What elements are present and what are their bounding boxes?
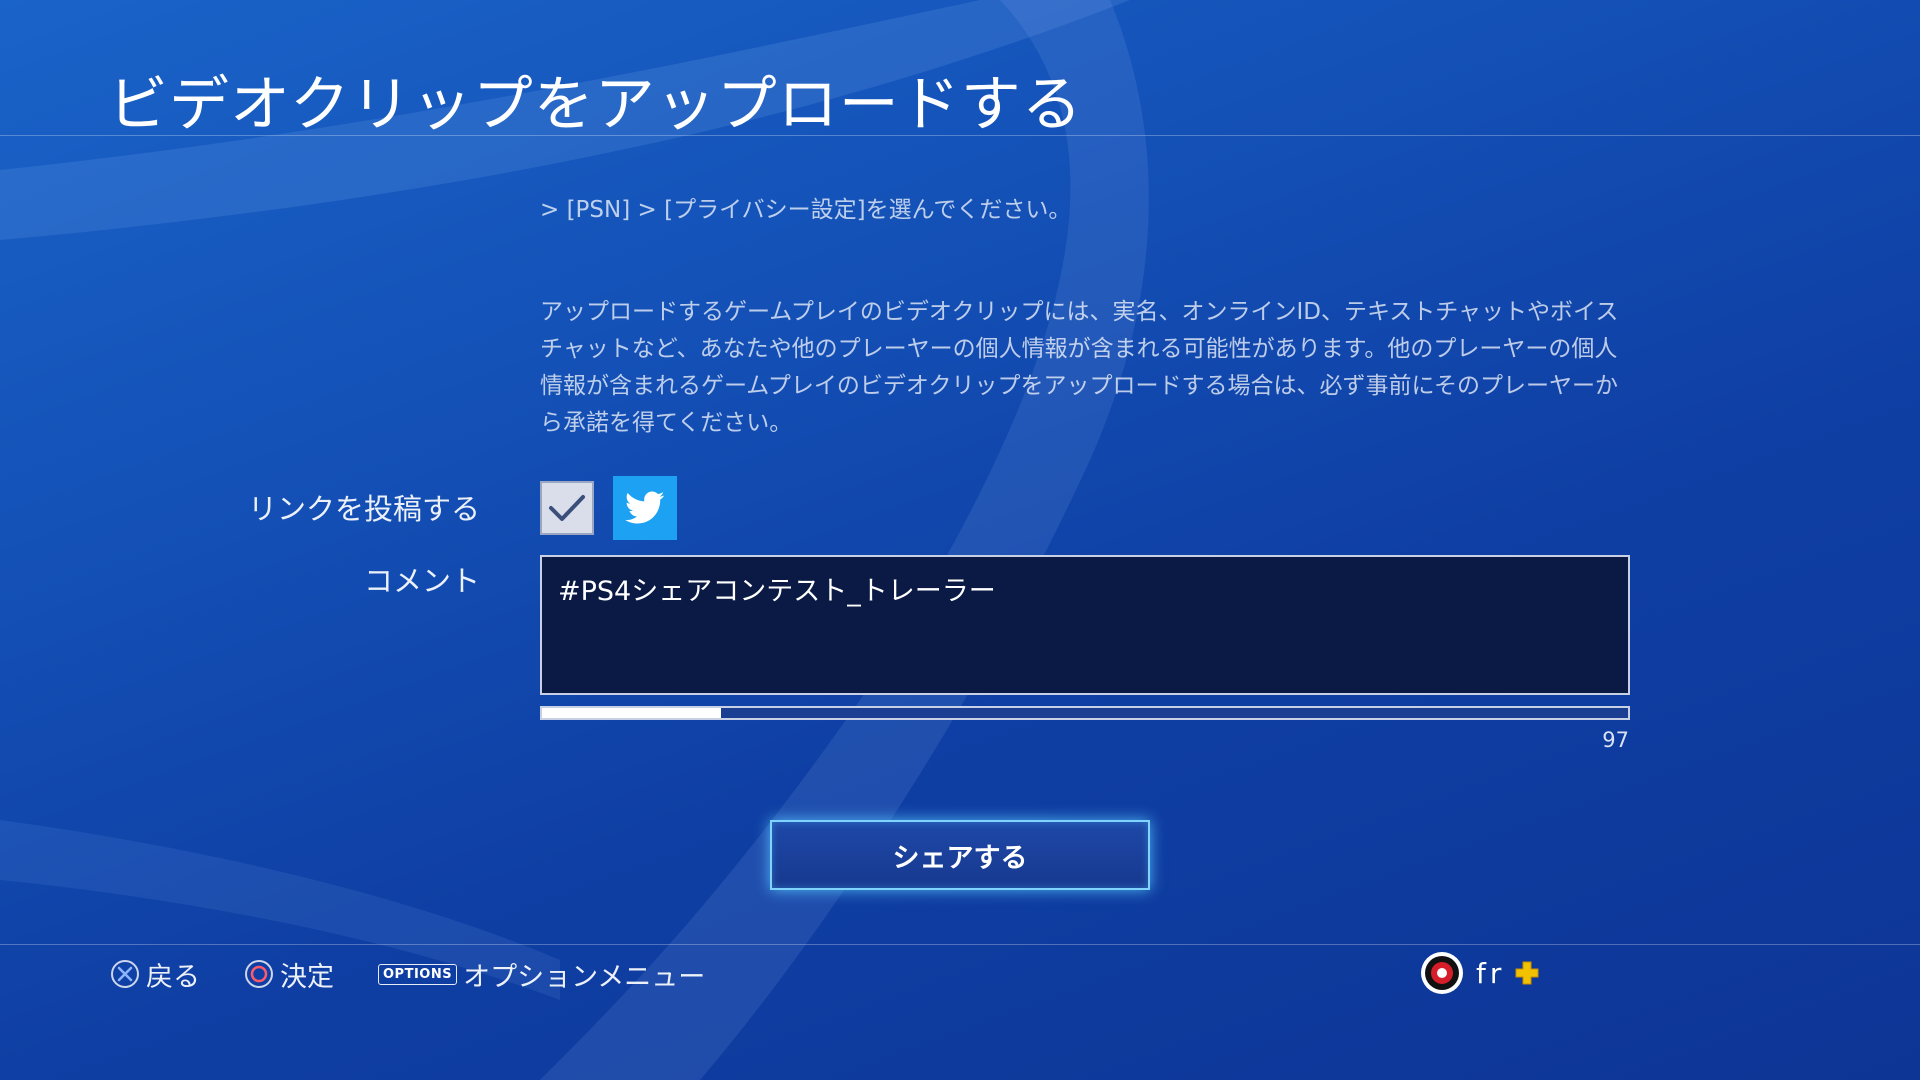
hint-back-label: 戻る bbox=[146, 961, 200, 993]
avatar-icon bbox=[1421, 952, 1463, 994]
share-button[interactable]: シェアする bbox=[770, 820, 1150, 890]
comment-label: コメント bbox=[363, 564, 480, 598]
user-status: fr bbox=[1420, 951, 1541, 995]
footer-divider bbox=[0, 944, 1920, 945]
cross-button-icon bbox=[110, 959, 140, 989]
twitter-service-tile[interactable] bbox=[613, 476, 677, 540]
privacy-warning-text: アップロードするゲームプレイのビデオクリップには、実名、オンラインID、テキスト… bbox=[540, 299, 1619, 436]
privacy-settings-text: > [PSN] > [プライバシー設定]を選んでください。 bbox=[540, 197, 1072, 223]
page-title: ビデオクリップをアップロードする bbox=[108, 70, 1083, 140]
scrolled-text-fade bbox=[540, 158, 1630, 188]
remaining-character-count: 97 bbox=[1602, 728, 1629, 752]
options-button-icon: OPTIONS bbox=[378, 963, 458, 985]
checkmark-icon bbox=[549, 495, 585, 521]
playstation-plus-icon bbox=[1515, 961, 1539, 985]
comment-input[interactable]: #PS4シェアコンテスト_トレーラー bbox=[540, 555, 1630, 695]
character-limit-bar bbox=[540, 706, 1630, 720]
user-name: fr bbox=[1476, 956, 1506, 990]
hint-confirm[interactable]: 決定 bbox=[244, 955, 334, 994]
hint-options-label: オプションメニュー bbox=[463, 961, 706, 993]
hint-confirm-label: 決定 bbox=[280, 961, 334, 993]
post-link-checkbox[interactable] bbox=[540, 481, 594, 535]
hint-back[interactable]: 戻る bbox=[110, 955, 200, 994]
hint-options[interactable]: OPTIONS オプションメニュー bbox=[378, 955, 705, 994]
circle-button-icon bbox=[244, 959, 274, 989]
twitter-icon bbox=[625, 491, 665, 524]
button-hints-bar: 戻る 決定 OPTIONS オプションメニュー bbox=[110, 954, 749, 994]
post-link-label: リンクを投稿する bbox=[247, 492, 480, 526]
character-limit-fill bbox=[542, 708, 722, 718]
header-divider bbox=[0, 135, 1920, 136]
